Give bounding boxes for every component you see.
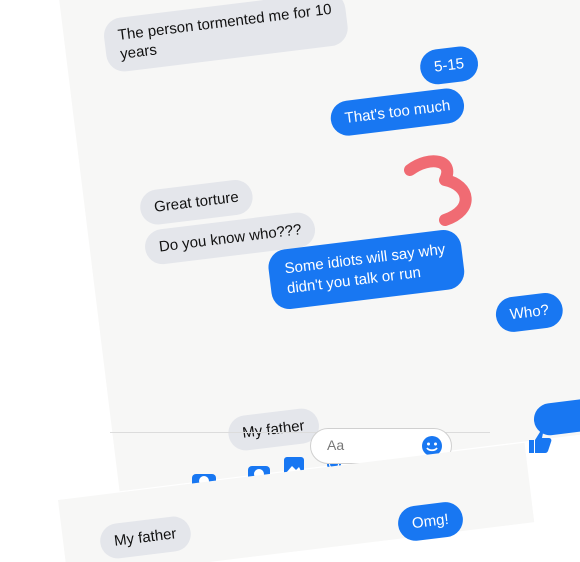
message-input-placeholder: Aa bbox=[327, 437, 345, 453]
message-outgoing: 5-15 bbox=[418, 44, 481, 87]
message-outgoing: Who? bbox=[493, 290, 565, 334]
message-text: My father bbox=[113, 525, 178, 550]
screenshot: The person tormented me for 10 years 5-1… bbox=[0, 0, 580, 562]
message-text: My father bbox=[241, 417, 306, 442]
message-text: That's too much bbox=[343, 97, 452, 127]
message-text: Omg! bbox=[411, 510, 450, 533]
message-text: Who? bbox=[508, 301, 550, 324]
red-annotation-mark bbox=[404, 155, 472, 226]
chat-thread: The person tormented me for 10 years 5-1… bbox=[58, 0, 580, 492]
thumbs-up-icon[interactable] bbox=[525, 428, 553, 456]
message-incoming: The person tormented me for 10 years bbox=[101, 0, 350, 74]
message-text: Great torture bbox=[153, 188, 240, 216]
message-text: 5-15 bbox=[433, 55, 466, 76]
message-incoming: My father bbox=[226, 406, 321, 453]
message-outgoing: That's too much bbox=[328, 86, 467, 138]
